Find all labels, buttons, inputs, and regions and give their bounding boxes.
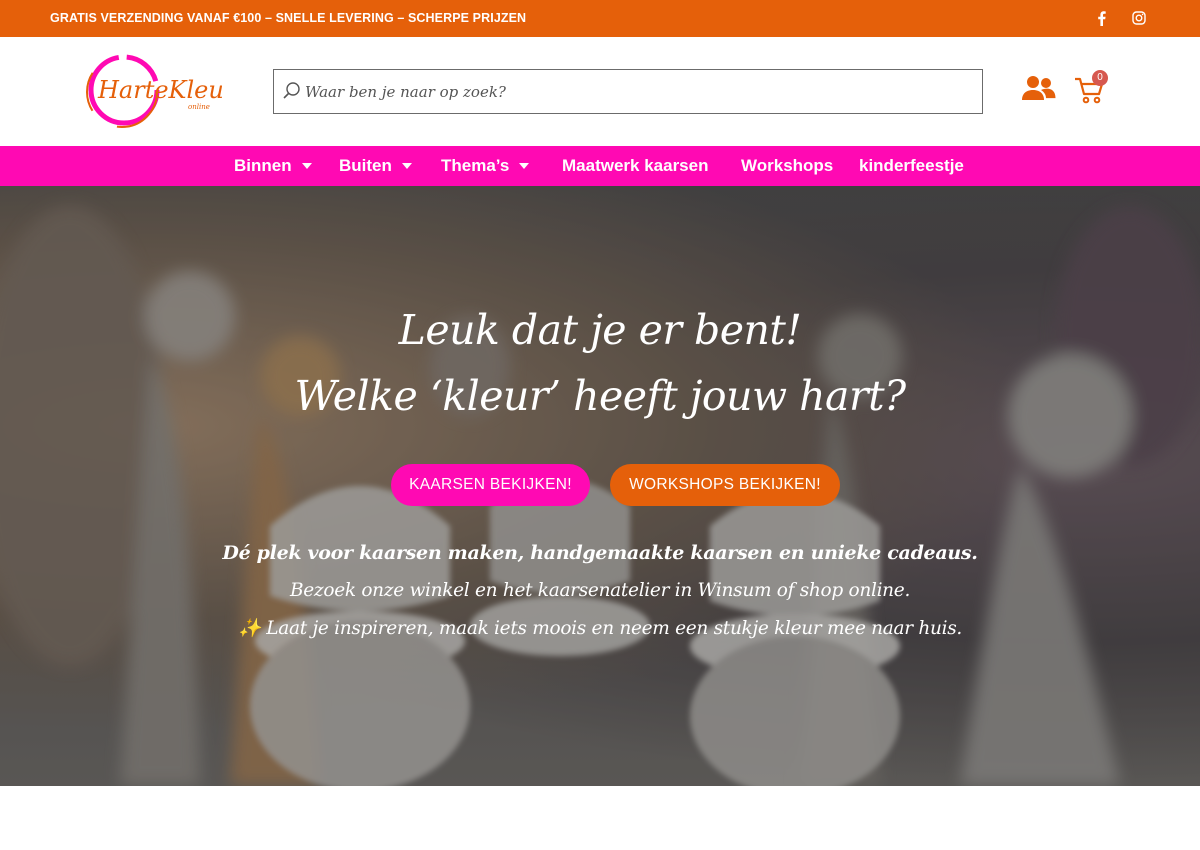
main-navigation: Binnen Buiten Thema’s Maatwerk kaarsen W…	[0, 146, 1200, 186]
nav-item-label: Workshops	[741, 156, 834, 175]
chevron-down-icon	[301, 163, 312, 169]
nav-item-label: Thema’s	[441, 156, 510, 175]
site-header: HarteKleur online 0	[0, 37, 1200, 146]
promo-text: GRATIS VERZENDING VANAF €100 – SNELLE LE…	[50, 11, 527, 25]
nav-item-binnen[interactable]: Binnen	[234, 146, 312, 186]
facebook-icon[interactable]	[1092, 9, 1110, 27]
nav-item-buiten[interactable]: Buiten	[339, 146, 412, 186]
instagram-icon[interactable]	[1130, 9, 1148, 27]
logo[interactable]: HarteKleur online	[82, 52, 237, 132]
chevron-down-icon	[519, 163, 530, 169]
promo-bar: GRATIS VERZENDING VANAF €100 – SNELLE LE…	[0, 0, 1200, 37]
cart-count-badge: 0	[1092, 70, 1108, 86]
chevron-down-icon	[401, 163, 412, 169]
nav-item-themas[interactable]: Thema’s	[441, 146, 530, 186]
logo-subtext: online	[188, 103, 210, 111]
hero-tagline: Dé plek voor kaarsen maken, handgemaakte…	[222, 542, 978, 564]
nav-item-label: Maatwerk kaarsen	[562, 156, 709, 175]
logo-text: HarteKleur	[97, 76, 222, 104]
nav-item-label: Binnen	[234, 156, 292, 175]
hero-overlay	[0, 186, 1200, 786]
view-candles-button[interactable]: KAARSEN BEKIJKEN!	[391, 464, 590, 506]
account-icon[interactable]	[1021, 75, 1056, 101]
view-workshops-button[interactable]: WORKSHOPS BEKIJKEN!	[610, 464, 840, 506]
hero-text-inspire: ✨ Laat je inspireren, maak iets moois en…	[237, 618, 962, 639]
hero-title-line1: Leuk dat je er bent!	[398, 306, 802, 354]
nav-item-kinderfeestje[interactable]: kinderfeestje	[859, 146, 964, 186]
nav-item-maatwerk-kaarsen[interactable]: Maatwerk kaarsen	[562, 146, 708, 186]
nav-item-label: kinderfeestje	[859, 156, 964, 175]
nav-item-label: Buiten	[339, 156, 392, 175]
hero-text-visit: Bezoek onze winkel en het kaarsenatelier…	[289, 580, 911, 601]
hero-banner: Leuk dat je er bent! Welke ‘kleur’ heeft…	[0, 186, 1200, 786]
search-icon[interactable]	[282, 81, 302, 101]
search-box	[273, 69, 983, 114]
search-input[interactable]	[305, 70, 975, 113]
hero-title-line2: Welke ‘kleur’ heeft jouw hart?	[294, 372, 906, 420]
nav-item-workshops[interactable]: Workshops	[741, 146, 833, 186]
